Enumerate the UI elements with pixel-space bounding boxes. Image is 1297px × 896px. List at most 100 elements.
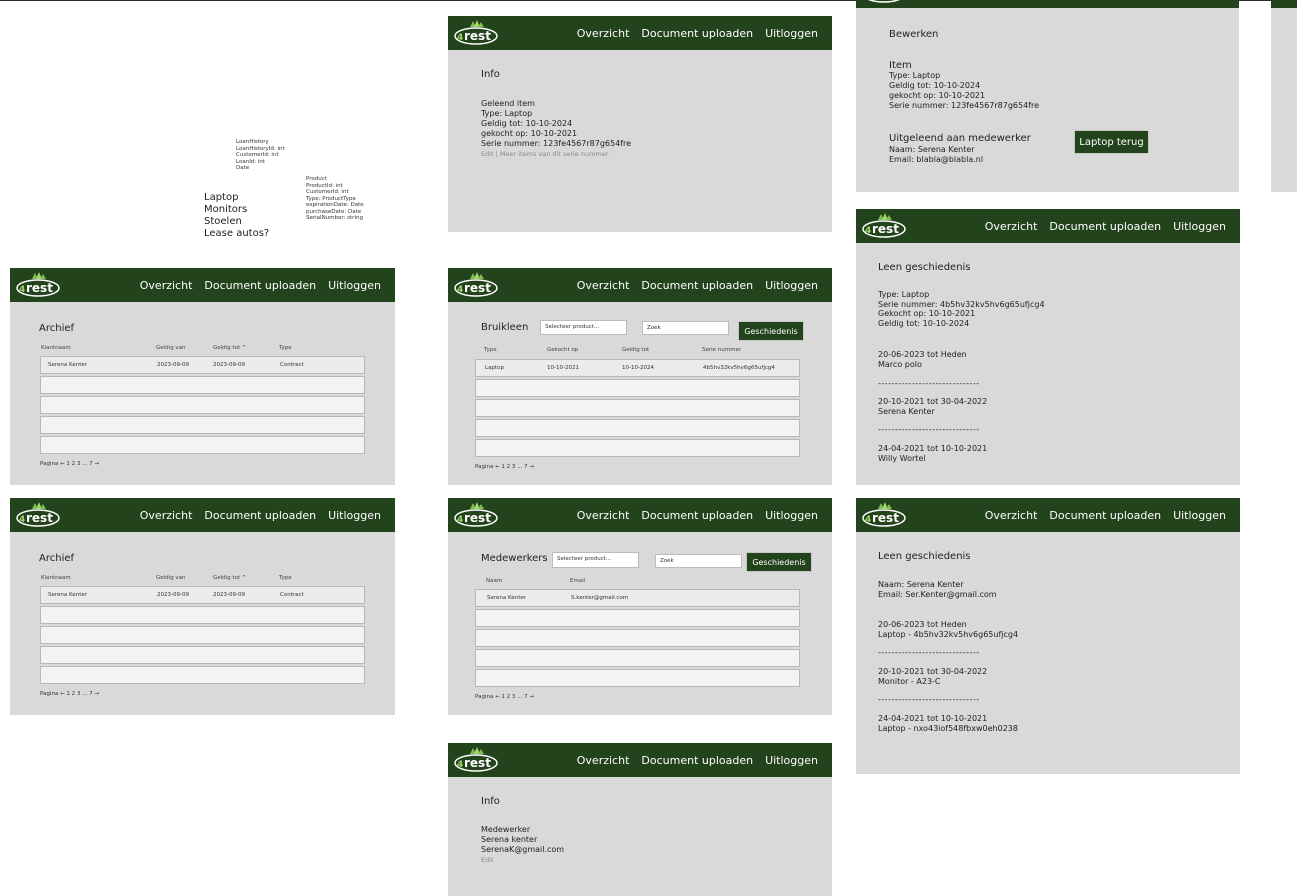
svg-text:4: 4 [19, 515, 25, 525]
nav-upload[interactable]: Document uploaden [1049, 509, 1161, 522]
col-header-valid-from[interactable]: Geldig van [156, 575, 186, 581]
col-header-serial[interactable]: Serie nummer [702, 347, 741, 353]
table-row-empty [475, 419, 800, 437]
page-title: Bruikleen [481, 322, 529, 333]
history-entry: 20-06-2023 tot Heden Marco polo [878, 350, 967, 369]
col-header-name[interactable]: Naam [486, 578, 502, 584]
product-select[interactable]: Selecteer product... [540, 320, 627, 335]
nav-overview[interactable]: Overzicht [140, 509, 193, 522]
nav-logout[interactable]: Uitloggen [1173, 509, 1226, 522]
loaned-to-details: Uitgeleend aan medewerker Naam: Serena K… [889, 133, 1031, 164]
svg-text:4: 4 [19, 285, 25, 295]
nav-upload[interactable]: Document uploaden [1049, 220, 1161, 233]
page-title: Leen geschiedenis [878, 551, 971, 562]
history-button[interactable]: Geschiedenis [738, 321, 804, 341]
nav-upload[interactable]: Document uploaden [641, 754, 753, 767]
edit-link[interactable]: Edit [481, 855, 564, 865]
svg-text:rest: rest [872, 222, 899, 236]
nav-bar: 4 rest Overzicht Document uploaden Uitlog… [856, 209, 1240, 243]
page-title: Bewerken [889, 29, 939, 40]
table-row-empty [475, 629, 800, 647]
nav-logout[interactable]: Uitloggen [765, 27, 818, 40]
frame-loan-history-product: 4 rest Overzicht Document uploaden Uitlog… [856, 209, 1240, 485]
logo-4rest: 4rest [453, 747, 499, 773]
col-header-type[interactable]: Type [279, 345, 292, 351]
col-header-customer[interactable]: Klantnaam [41, 575, 71, 581]
col-header-type[interactable]: Type [279, 575, 292, 581]
history-button[interactable]: Geschiedenis [746, 552, 812, 572]
logo-4rest: 4rest [15, 272, 61, 298]
page-title: Info [481, 796, 500, 807]
history-entry: 20-06-2023 tot Heden Laptop - 4b5hv32kv5… [878, 620, 1019, 639]
frame-archive: 4 rest Overzicht Document uploaden Uitlog… [10, 268, 395, 485]
pagination[interactable]: Pagina ← 1 2 3 ... 7 → [40, 461, 99, 467]
history-entry: 20-10-2021 tot 30-04-2022 Serena Kenter [878, 397, 988, 416]
pagination[interactable]: Pagina ← 1 2 3 ... 7 → [475, 694, 534, 700]
table-row[interactable]: Laptop 10-10-2021 10-10-2024 4b5hv32kv5h… [475, 359, 800, 377]
loan-history-model: LoanHistory LoanHistoryId: int CustomerI… [236, 139, 285, 171]
nav-logout[interactable]: Uitloggen [1173, 220, 1226, 233]
nav-upload[interactable]: Document uploaden [641, 279, 753, 292]
nav-bar: 4 rest Overzicht Document uploaden Uitlog… [448, 743, 832, 777]
product-select[interactable]: Selecteer product... [552, 552, 639, 568]
table-row-empty [475, 379, 800, 397]
nav-overview[interactable]: Overzicht [577, 509, 630, 522]
logo-4rest: 4rest [15, 502, 61, 528]
frame-archive-2: 4 rest Overzicht Document uploaden Uitlog… [10, 498, 395, 715]
col-header-valid-to[interactable]: Geldig tot ^ [213, 575, 246, 581]
nav-overview[interactable]: Overzicht [985, 220, 1038, 233]
nav-overview[interactable]: Overzicht [140, 279, 193, 292]
table-row-empty [40, 646, 365, 664]
logo-4rest: 4rest [453, 502, 499, 528]
page-title: Leen geschiedenis [878, 262, 971, 273]
frame-edit: 4rest Bewerken Item Type: Laptop Geldig … [856, 0, 1239, 192]
table-row[interactable]: Serena Kenter 2023-09-09 2023-09-09 Cont… [40, 356, 365, 374]
history-entry: 24-04-2021 tot 10-10-2021 Laptop - nxo43… [878, 714, 1018, 733]
nav-logout[interactable]: Uitloggen [765, 754, 818, 767]
nav-upload[interactable]: Document uploaden [204, 279, 316, 292]
separator: ------------------------------ [878, 425, 980, 434]
svg-text:4: 4 [865, 226, 871, 236]
col-header-type[interactable]: Type [484, 347, 497, 353]
nav-logout[interactable]: Uitloggen [328, 279, 381, 292]
history-entry: 20-10-2021 tot 30-04-2022 Monitor - A23-… [878, 667, 988, 686]
nav-logout[interactable]: Uitloggen [765, 509, 818, 522]
nav-logout[interactable]: Uitloggen [765, 279, 818, 292]
nav-upload[interactable]: Document uploaden [204, 509, 316, 522]
svg-text:rest: rest [464, 281, 491, 295]
col-header-bought-on[interactable]: Gekocht op [547, 347, 578, 353]
svg-text:rest: rest [26, 511, 53, 525]
col-header-valid-from[interactable]: Geldig van [156, 345, 186, 351]
nav-bar-partial [1271, 0, 1297, 8]
nav-overview[interactable]: Overzicht [577, 279, 630, 292]
nav-overview[interactable]: Overzicht [985, 509, 1038, 522]
laptop-return-button[interactable]: Laptop terug [1074, 130, 1149, 154]
separator: ------------------------------ [878, 379, 980, 388]
col-header-customer[interactable]: Klantnaam [41, 345, 71, 351]
nav-bar: 4 rest Overzicht Document uploaden Uitlog… [448, 16, 832, 50]
search-input[interactable]: Zoek [642, 321, 729, 335]
employee-details: Medewerker Serena kenter SerenaK@gmail.c… [481, 825, 565, 865]
history-entry: 24-04-2021 tot 10-10-2021 Willy Wortel [878, 444, 988, 463]
logo-4rest: 4rest [453, 20, 499, 46]
pagination[interactable]: Pagina ← 1 2 3 ... 7 → [475, 464, 534, 470]
col-header-valid-to[interactable]: Geldig tot ^ [213, 345, 246, 351]
col-header-valid-to[interactable]: Geldig tot [622, 347, 649, 353]
col-header-email[interactable]: Email [570, 578, 585, 584]
separator: ------------------------------ [878, 648, 980, 657]
nav-overview[interactable]: Overzicht [577, 27, 630, 40]
nav-upload[interactable]: Document uploaden [641, 509, 753, 522]
search-input[interactable]: Zoek [655, 554, 742, 568]
table-row[interactable]: Serena Kenter S.kenter@gmail.com [475, 589, 800, 607]
svg-text:rest: rest [464, 511, 491, 525]
pagination[interactable]: Pagina ← 1 2 3 ... 7 → [40, 691, 99, 697]
product-model: Product ProductId: int CustomerId: int T… [306, 176, 364, 221]
nav-bar: 4 rest Overzicht Document uploaden Uitlog… [448, 498, 832, 532]
edit-links[interactable]: Edit | Meer items van dit serie nummer [481, 149, 631, 159]
nav-bar: 4 rest Overzicht Document uploaden Uitlog… [10, 498, 395, 532]
nav-logout[interactable]: Uitloggen [328, 509, 381, 522]
nav-overview[interactable]: Overzicht [577, 754, 630, 767]
table-row[interactable]: Serena Kenter 2023-09-09 2023-09-09 Cont… [40, 586, 365, 604]
svg-text:4: 4 [457, 515, 463, 525]
nav-upload[interactable]: Document uploaden [641, 27, 753, 40]
